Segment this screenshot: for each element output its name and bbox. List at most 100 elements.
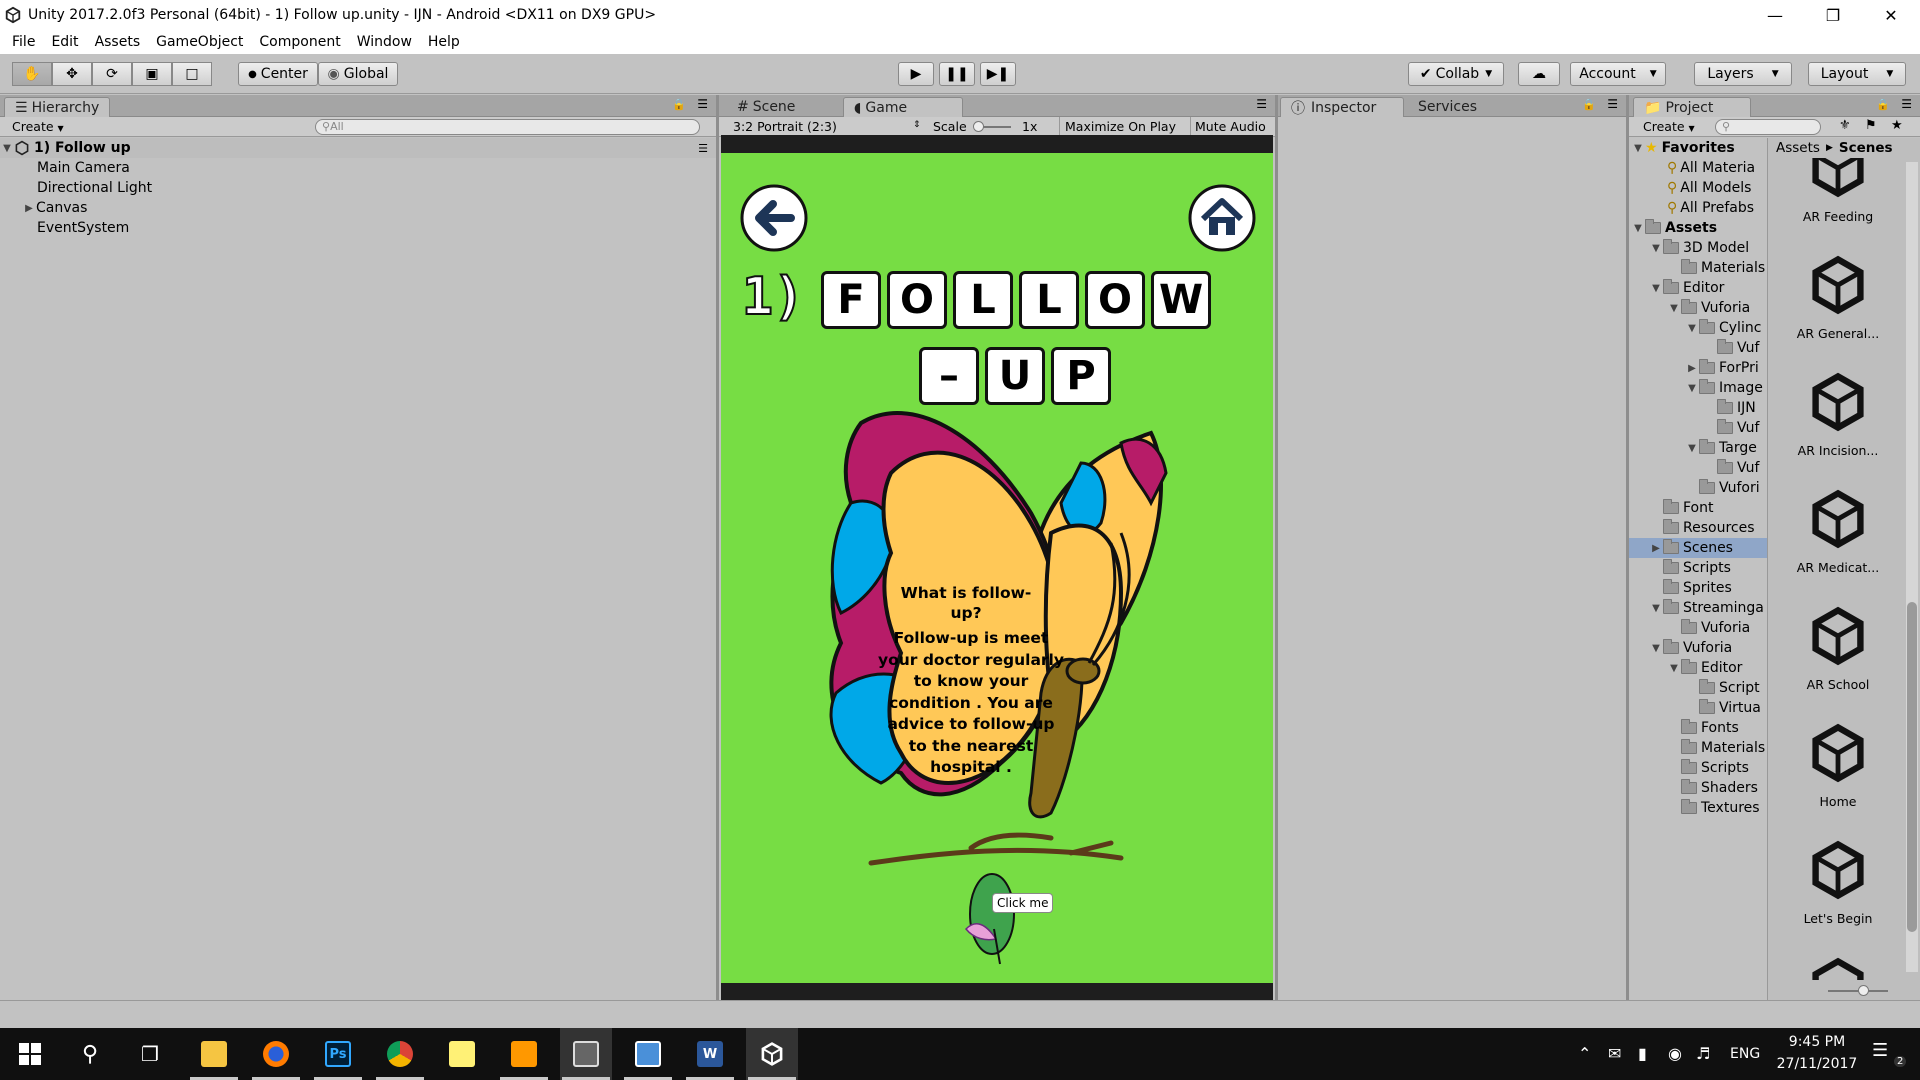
sublime-button[interactable] [498, 1028, 550, 1080]
photoshop-button[interactable]: Ps [312, 1028, 364, 1080]
cloud-button[interactable]: ☁ [1518, 62, 1560, 86]
panel-menu-icon[interactable]: ☰ [1607, 97, 1618, 111]
tree-item[interactable]: Shaders [1667, 778, 1758, 798]
scene-asset[interactable]: Home [1778, 721, 1898, 809]
panel-divider[interactable] [716, 95, 719, 1000]
restore-button[interactable]: ❐ [1804, 0, 1862, 30]
tab-game[interactable]: ◖ Game [843, 97, 963, 117]
tree-item[interactable]: ▼ Targe [1685, 438, 1757, 458]
maximize-on-play-toggle[interactable]: Maximize On Play [1065, 119, 1176, 134]
tree-item[interactable]: Vuf [1703, 338, 1759, 358]
tree-item[interactable]: Vuf [1703, 458, 1759, 478]
hierarchy-item[interactable]: Main Camera [37, 158, 130, 178]
tab-hierarchy[interactable]: ☰ Hierarchy [4, 97, 111, 117]
close-button[interactable]: ✕ [1862, 0, 1920, 30]
collab-dropdown[interactable]: ✔ Collab ▼ [1408, 62, 1504, 86]
tree-item[interactable]: IJN [1703, 398, 1756, 418]
tree-item[interactable]: ▼ Vuforia [1667, 298, 1750, 318]
tree-item[interactable]: Sprites [1649, 578, 1732, 598]
favorites-header[interactable]: ▼ ★ Favorites [1631, 138, 1735, 158]
expand-right-icon[interactable]: ▶ [1649, 543, 1663, 554]
home-icon[interactable] [1187, 183, 1257, 253]
expand-down-icon[interactable]: ▼ [1649, 243, 1663, 254]
file-explorer-button[interactable] [188, 1028, 240, 1080]
label-icon[interactable]: ⚑ [1865, 118, 1877, 133]
rotate-tool-button[interactable]: ⟳ [92, 62, 132, 86]
play-button[interactable]: ▶ [898, 62, 934, 86]
search-button[interactable]: ⚲ [64, 1028, 116, 1080]
layout-dropdown[interactable]: Layout ▼ [1808, 62, 1906, 86]
expand-down-icon[interactable]: ▼ [1649, 643, 1663, 654]
scene-asset[interactable]: AR School [1778, 604, 1898, 692]
tree-item[interactable]: ▼ Editor [1649, 278, 1724, 298]
tree-item[interactable]: Scripts [1649, 558, 1731, 578]
image-viewer-button[interactable] [622, 1028, 674, 1080]
tree-item[interactable]: Textures [1667, 798, 1760, 818]
tab-inspector[interactable]: ⓘ Inspector [1280, 97, 1404, 117]
tree-item[interactable]: Virtua [1685, 698, 1761, 718]
menu-component[interactable]: Component [251, 34, 348, 50]
movie-maker-button[interactable] [560, 1028, 612, 1080]
show-hidden-icons-icon[interactable]: ⌃ [1578, 1044, 1591, 1063]
scrollbar-track[interactable] [1906, 162, 1918, 972]
tree-item[interactable]: Materials [1667, 258, 1765, 278]
favorite-item[interactable]: ⚲ All Materia [1667, 158, 1755, 178]
scene-asset[interactable]: AR Incision... [1778, 370, 1898, 458]
task-view-button[interactable]: ❐ [124, 1028, 176, 1080]
panel-menu-icon[interactable]: ☰ [697, 97, 708, 111]
chrome-button[interactable] [374, 1028, 426, 1080]
tab-project[interactable]: 📁 Project [1633, 97, 1751, 117]
volume-icon[interactable]: ♬ [1696, 1044, 1710, 1063]
menu-file[interactable]: File [4, 34, 43, 50]
tree-item[interactable]: ▼ 3D Model [1649, 238, 1749, 258]
scene-asset-partial[interactable] [1778, 955, 1898, 980]
menu-help[interactable]: Help [420, 34, 468, 50]
hierarchy-create-dropdown[interactable]: Create ▼ [12, 119, 64, 134]
expand-down-icon[interactable]: ▼ [1685, 383, 1699, 394]
menu-window[interactable]: Window [349, 34, 420, 50]
layers-dropdown[interactable]: Layers ▼ [1694, 62, 1792, 86]
clock-date[interactable]: 27/11/2017 [1772, 1056, 1862, 1072]
tree-item[interactable]: Resources [1649, 518, 1755, 538]
scene-asset[interactable]: AR Medicat... [1778, 487, 1898, 575]
click-me-button[interactable]: Click me [992, 893, 1054, 913]
back-arrow-icon[interactable] [739, 183, 809, 253]
pivot-global-button[interactable]: ◉ Global [318, 62, 398, 86]
aspect-dropdown[interactable]: 3:2 Portrait (2:3) [733, 119, 837, 134]
tree-item[interactable]: Vuforia [1667, 618, 1750, 638]
tree-item[interactable]: Vufori [1685, 478, 1760, 498]
tree-item[interactable]: ▼ Editor [1667, 658, 1742, 678]
tree-item[interactable]: Scripts [1667, 758, 1749, 778]
hand-tool-button[interactable]: ✋ [12, 62, 52, 86]
mute-audio-toggle[interactable]: Mute Audio [1195, 119, 1266, 134]
tree-item[interactable]: Materials [1667, 738, 1765, 758]
scale-tool-button[interactable]: ▣ [132, 62, 172, 86]
hierarchy-item[interactable]: EventSystem [37, 218, 129, 238]
tree-item[interactable]: Fonts [1667, 718, 1739, 738]
menu-assets[interactable]: Assets [87, 34, 149, 50]
action-center-icon[interactable]: ☰ [1872, 1040, 1888, 1061]
panel-menu-icon[interactable]: ☰ [1901, 97, 1912, 111]
scene-row[interactable]: ▼ 1) Follow up ☰ [0, 138, 716, 158]
expand-down-icon[interactable]: ▼ [1685, 443, 1699, 454]
star-icon[interactable]: ★ [1891, 118, 1903, 133]
filter-type-icon[interactable]: ⚜ [1839, 118, 1851, 133]
scene-asset[interactable]: AR General... [1778, 253, 1898, 341]
favorite-item[interactable]: ⚲ All Prefabs [1667, 198, 1754, 218]
unity-button[interactable] [746, 1028, 798, 1080]
battery-icon[interactable]: ▮ [1638, 1044, 1647, 1063]
zoom-slider-thumb[interactable] [1858, 985, 1869, 996]
favorite-item[interactable]: ⚲ All Models [1667, 178, 1751, 198]
scene-asset[interactable]: Let's Begin [1778, 838, 1898, 926]
expand-down-icon[interactable]: ▼ [1667, 663, 1681, 674]
tree-item[interactable]: ▼ Assets [1631, 218, 1717, 238]
hierarchy-item[interactable]: Directional Light [37, 178, 152, 198]
hierarchy-search-input[interactable]: ⚲All [315, 119, 700, 135]
tab-scene[interactable]: # Scene [727, 97, 805, 117]
tree-item[interactable]: ▼ Streaminga [1649, 598, 1764, 618]
menu-edit[interactable]: Edit [43, 34, 86, 50]
tree-item[interactable]: ▶ ForPri [1685, 358, 1759, 378]
scene-asset[interactable]: AR Feeding [1778, 158, 1898, 224]
panel-menu-icon[interactable]: ☰ [1256, 97, 1267, 111]
firefox-button[interactable] [250, 1028, 302, 1080]
